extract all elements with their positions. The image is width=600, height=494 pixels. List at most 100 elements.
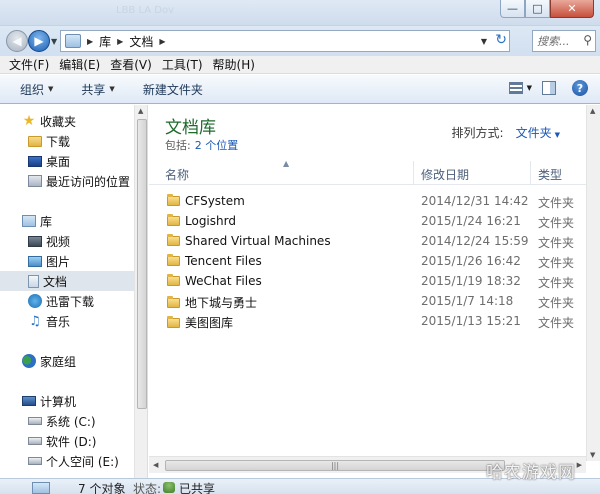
file-row[interactable]: WeChat Files 2015/1/19 18:32 文件夹	[149, 271, 586, 291]
menu-tools[interactable]: 工具(T)	[157, 56, 208, 73]
file-row[interactable]: 美图图库 2015/1/13 15:21 文件夹	[149, 311, 586, 331]
menu-edit[interactable]: 编辑(E)	[54, 56, 105, 73]
file-date: 2015/1/7 14:18	[421, 294, 514, 308]
includes-locations-link[interactable]: 2 个位置	[195, 139, 239, 152]
homegroup-icon	[22, 354, 36, 368]
view-options-dropdown[interactable]: ▼	[527, 84, 532, 92]
file-row[interactable]: Logishrd 2015/1/24 16:21 文件夹	[149, 211, 586, 231]
nav-favorites-label: 收藏夹	[40, 114, 77, 129]
column-divider[interactable]	[530, 161, 531, 185]
scroll-up-icon[interactable]: ▲	[590, 107, 595, 115]
help-icon[interactable]: ?	[572, 80, 588, 96]
file-row[interactable]: Tencent Files 2015/1/26 16:42 文件夹	[149, 251, 586, 271]
file-date: 2014/12/24 15:59	[421, 234, 529, 248]
file-row[interactable]: Shared Virtual Machines 2014/12/24 15:59…	[149, 231, 586, 251]
window-title: LBB LA Dov	[116, 5, 175, 16]
nav-item-label: 系统 (C:)	[46, 414, 96, 429]
nav-scrollbar-thumb[interactable]	[137, 119, 147, 409]
nav-item-desktop[interactable]: 桌面	[28, 151, 147, 171]
nav-item-label: 文档	[43, 274, 68, 289]
arrange-by-dropdown[interactable]: 文件夹	[516, 126, 552, 140]
search-icon[interactable]: ⚲	[583, 33, 592, 47]
organize-label: 组织	[20, 82, 45, 97]
state-label: 状态:	[133, 482, 162, 494]
system-drive-icon	[28, 417, 42, 425]
includes-label: 包括:	[165, 139, 191, 152]
share-label: 共享	[81, 82, 106, 97]
file-name: WeChat Files	[185, 274, 262, 288]
nav-item-recent-places[interactable]: 最近访问的位置	[28, 171, 147, 191]
document-library-icon	[28, 274, 39, 288]
nav-item-drive-d[interactable]: 软件 (D:)	[28, 431, 147, 451]
folder-icon	[167, 295, 180, 308]
column-header: ▲ 名称 修改日期 类型	[149, 159, 586, 185]
refresh-icon[interactable]: ↻	[495, 32, 507, 48]
maximize-button[interactable]: □	[525, 0, 550, 18]
file-row[interactable]: 地下城与勇士 2015/1/7 14:18 文件夹	[149, 291, 586, 311]
file-type: 文件夹	[538, 216, 575, 230]
file-row[interactable]: CFSystem 2014/12/31 14:42 文件夹	[149, 191, 586, 211]
search-input[interactable]: 搜索... ⚲	[532, 30, 596, 52]
recent-pages-dropdown[interactable]: ▼	[51, 37, 57, 46]
nav-libraries[interactable]: 库	[22, 211, 147, 231]
column-header-type[interactable]: 类型	[538, 166, 562, 183]
file-name-cell: WeChat Files	[167, 274, 262, 288]
new-folder-button[interactable]: 新建文件夹	[143, 81, 203, 98]
close-button[interactable]: ✕	[550, 0, 594, 18]
breadcrumb-arrow-icon[interactable]: ▶	[159, 37, 165, 46]
nav-item-downloads[interactable]: 下载	[28, 131, 147, 151]
horizontal-scrollbar-thumb[interactable]: |||	[165, 460, 505, 471]
preview-pane-icon[interactable]	[542, 81, 556, 95]
forward-arrow-icon: ▶	[34, 34, 44, 48]
scroll-down-icon[interactable]: ▼	[590, 451, 595, 459]
file-name-cell: 美图图库	[167, 314, 233, 331]
menu-file[interactable]: 文件(F)	[4, 56, 54, 73]
folder-icon	[167, 274, 180, 286]
nav-homegroup[interactable]: 家庭组	[22, 351, 147, 371]
library-icon	[65, 34, 81, 48]
breadcrumb-arrow-icon[interactable]: ▶	[87, 37, 93, 46]
minimize-icon: —	[507, 2, 518, 15]
file-type: 文件夹	[538, 256, 575, 270]
change-view-icon[interactable]	[508, 82, 523, 94]
nav-item-drive-c[interactable]: 系统 (C:)	[28, 411, 147, 431]
forward-button[interactable]: ▶	[28, 30, 50, 52]
menu-help[interactable]: 帮助(H)	[208, 56, 260, 73]
column-divider[interactable]	[413, 161, 414, 185]
back-button[interactable]: ◀	[6, 30, 28, 52]
address-bar[interactable]: ▶ 库 ▶ 文档 ▶ ▼ ↻	[60, 30, 510, 52]
nav-item-documents[interactable]: 文档	[0, 271, 134, 291]
menu-view[interactable]: 查看(V)	[105, 56, 157, 73]
nav-item-videos[interactable]: 视频	[28, 231, 147, 251]
nav-computer[interactable]: 计算机	[22, 391, 147, 411]
column-header-name[interactable]: 名称	[165, 166, 189, 183]
organize-button[interactable]: 组织 ▼	[20, 81, 53, 98]
nav-item-pictures[interactable]: 图片	[28, 251, 147, 271]
nav-item-music[interactable]: ♫ 音乐	[28, 311, 147, 331]
chevron-down-icon: ▼	[109, 85, 115, 93]
search-placeholder: 搜索...	[537, 35, 570, 48]
address-dropdown-icon[interactable]: ▼	[481, 37, 487, 46]
scroll-up-icon[interactable]: ▲	[138, 107, 143, 115]
nav-item-xunlei-downloads[interactable]: 迅雷下载	[28, 291, 147, 311]
column-header-date[interactable]: 修改日期	[421, 166, 469, 183]
scroll-left-icon[interactable]: ◀	[153, 461, 158, 469]
scroll-right-icon[interactable]: ▶	[577, 461, 582, 469]
back-arrow-icon: ◀	[12, 34, 22, 48]
file-type: 文件夹	[538, 316, 575, 330]
breadcrumb-library[interactable]: 库	[99, 33, 111, 50]
folder-icon	[167, 254, 180, 266]
nav-favorites[interactable]: ★ 收藏夹	[22, 111, 147, 131]
video-library-icon	[28, 235, 42, 247]
nav-item-drive-e[interactable]: 个人空间 (E:)	[28, 451, 147, 471]
nav-scrollbar[interactable]: ▲	[134, 105, 147, 478]
share-button[interactable]: 共享 ▼	[81, 81, 114, 98]
breadcrumb-arrow-icon[interactable]: ▶	[117, 37, 123, 46]
breadcrumb-documents[interactable]: 文档	[129, 33, 153, 50]
content-vertical-scrollbar[interactable]: ▲ ▼	[586, 105, 600, 461]
file-name-cell: Logishrd	[167, 214, 236, 228]
chevron-down-icon[interactable]: ▼	[555, 131, 560, 139]
nav-item-label: 软件 (D:)	[46, 434, 97, 449]
file-type: 文件夹	[538, 276, 575, 290]
minimize-button[interactable]: —	[500, 0, 525, 18]
